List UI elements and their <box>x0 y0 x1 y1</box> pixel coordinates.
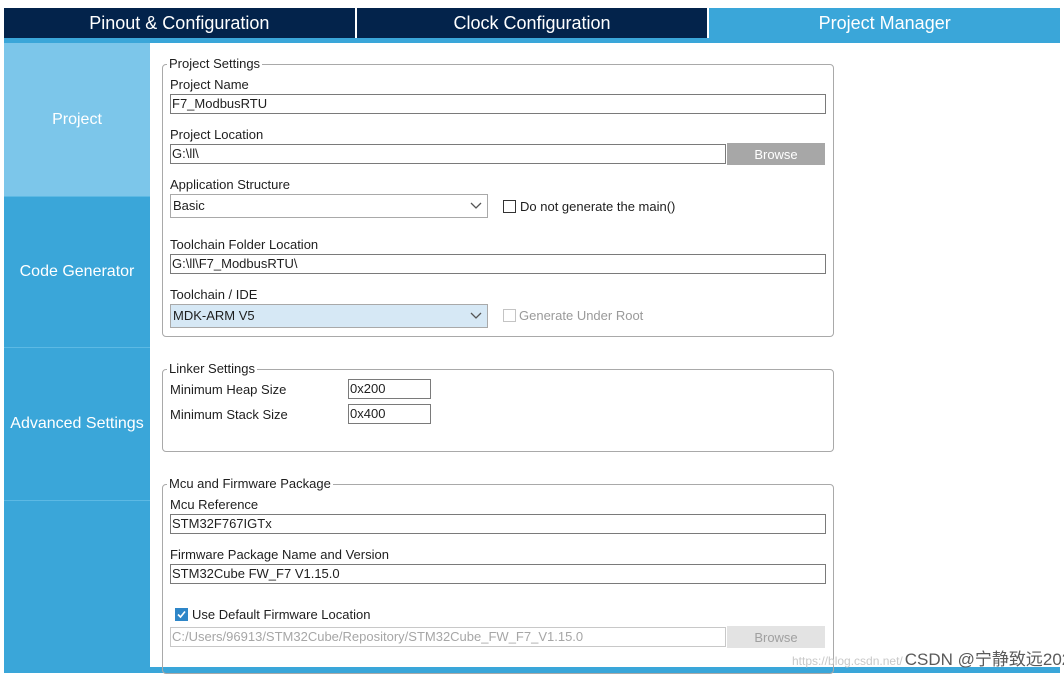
watermark-url: https://blog.csdn.net/ <box>792 654 903 668</box>
project-location-browse-button[interactable]: Browse <box>727 143 825 165</box>
chevron-down-icon <box>469 195 483 217</box>
generate-under-root-checkbox[interactable] <box>503 309 516 322</box>
mcu-reference-label: Mcu Reference <box>170 497 259 512</box>
toolchain-ide-value: MDK-ARM V5 <box>173 308 255 323</box>
chevron-down-icon <box>469 305 483 327</box>
mcu-firmware-legend: Mcu and Firmware Package <box>167 476 333 492</box>
min-stack-size-label: Minimum Stack Size <box>170 407 288 422</box>
toolchain-folder-input[interactable]: G:\ll\F7_ModbusRTU\ <box>170 254 826 274</box>
toolchain-ide-label: Toolchain / IDE <box>170 287 258 302</box>
firmware-package-input[interactable]: STM32Cube FW_F7 V1.15.0 <box>170 564 826 584</box>
sidebar: Project Code Generator Advanced Settings <box>4 43 150 667</box>
watermark: https://blog.csdn.net/CSDN @宁静致远2021 <box>792 645 1064 670</box>
project-name-label: Project Name <box>170 77 249 92</box>
use-default-firmware-label: Use Default Firmware Location <box>192 607 371 622</box>
min-heap-size-input[interactable]: 0x200 <box>348 379 431 399</box>
application-structure-select[interactable]: Basic <box>170 194 488 218</box>
tab-pinout-configuration[interactable]: Pinout & Configuration <box>4 8 357 38</box>
watermark-brand: CSDN @宁静致远2021 <box>904 650 1064 669</box>
use-default-firmware-checkbox[interactable] <box>175 608 188 621</box>
application-structure-label: Application Structure <box>170 177 290 192</box>
project-location-input[interactable]: G:\ll\ <box>170 144 726 164</box>
project-name-input[interactable]: F7_ModbusRTU <box>170 94 826 114</box>
min-stack-size-input[interactable]: 0x400 <box>348 404 431 424</box>
firmware-package-label: Firmware Package Name and Version <box>170 547 389 562</box>
project-location-label: Project Location <box>170 127 264 142</box>
sidebar-item-code-generator[interactable]: Code Generator <box>4 197 150 348</box>
do-not-generate-main-label: Do not generate the main() <box>520 199 676 214</box>
check-icon <box>177 610 186 619</box>
project-settings-legend: Project Settings <box>167 56 263 72</box>
toolchain-folder-label: Toolchain Folder Location <box>170 237 319 252</box>
mcu-reference-input[interactable]: STM32F767IGTx <box>170 514 826 534</box>
firmware-location-input[interactable]: C:/Users/96913/STM32Cube/Repository/STM3… <box>170 627 726 647</box>
application-structure-value: Basic <box>173 198 205 213</box>
tab-project-manager[interactable]: Project Manager <box>709 8 1061 38</box>
sidebar-item-advanced-settings[interactable]: Advanced Settings <box>4 348 150 501</box>
toolchain-ide-select[interactable]: MDK-ARM V5 <box>170 304 488 328</box>
tab-underline <box>4 38 1060 43</box>
generate-under-root-label: Generate Under Root <box>519 308 644 323</box>
linker-settings-legend: Linker Settings <box>167 361 257 377</box>
top-tab-bar: Pinout & Configuration Clock Configurati… <box>4 8 1061 38</box>
min-heap-size-label: Minimum Heap Size <box>170 382 287 397</box>
tab-clock-configuration[interactable]: Clock Configuration <box>356 8 710 38</box>
sidebar-item-project[interactable]: Project <box>4 43 150 197</box>
do-not-generate-main-checkbox[interactable] <box>503 200 516 213</box>
